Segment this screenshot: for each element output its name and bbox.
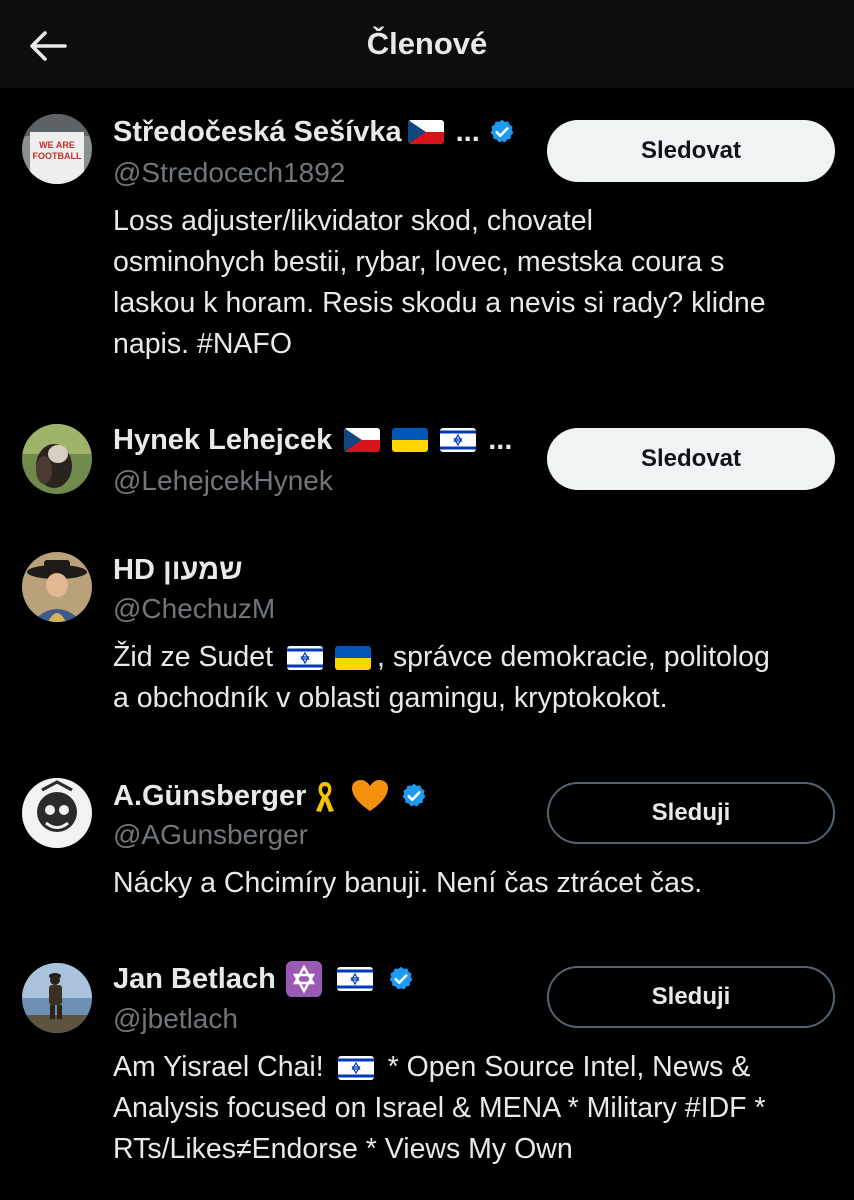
avatar[interactable] — [22, 424, 92, 494]
page-title: Členové — [366, 26, 488, 61]
member-name-row: HD שמעון — [113, 552, 243, 588]
member-bio: Žid ze Sudet, správce demokracie, polito… — [113, 637, 838, 719]
czech-flag-icon — [407, 120, 444, 144]
member-bio: Nácky a Chcimíry banuji. Není čas ztráce… — [113, 863, 838, 904]
bio-line: Loss adjuster/likvidator skod, chovatel — [113, 205, 593, 237]
following-button[interactable]: Sleduji — [547, 782, 835, 844]
member-handle[interactable]: @LehejcekHynek — [113, 464, 333, 498]
follow-button[interactable]: Sledovat — [547, 120, 835, 182]
member-bio: Loss adjuster/likvidator skod, chovatel … — [113, 201, 838, 365]
member-name: Jan Betlach — [113, 963, 276, 995]
name-truncation: ... — [455, 115, 480, 148]
verified-badge-icon — [402, 783, 426, 807]
member-name-row: Jan Betlach — [113, 961, 415, 997]
israel-flag-icon — [336, 967, 373, 991]
star-of-david-icon — [285, 961, 322, 997]
member-name-row: Hynek Lehejcek ... — [113, 422, 512, 458]
orange-heart-icon — [352, 780, 389, 811]
member-name: Hynek Lehejcek — [113, 424, 333, 456]
bio-line: Analysis focused on Israel & MENA * Mili… — [113, 1092, 766, 1124]
bio-line: Am Yisrael Chai! * Open Source Intel, Ne… — [113, 1051, 751, 1083]
svg-text:WE ARE: WE ARE — [39, 140, 75, 150]
avatar[interactable] — [22, 552, 92, 622]
bio-line: napis. #NAFO — [113, 328, 292, 360]
avatar[interactable] — [22, 963, 92, 1033]
israel-flag-icon — [287, 646, 324, 671]
bio-line: a obchodník v oblasti gamingu, kryptokok… — [113, 682, 668, 714]
top-bar: Členové — [0, 0, 854, 88]
bio-line: osminohych bestii, rybar, lovec, mestska… — [113, 246, 725, 278]
yellow-ribbon-icon — [316, 782, 335, 812]
verified-badge-icon — [389, 966, 413, 990]
bio-line: Žid ze Sudet, správce demokracie, polito… — [113, 641, 770, 673]
member-name: HD שמעון — [113, 554, 243, 586]
member-name-row: Středočeská Sešívka ... — [113, 114, 516, 150]
bio-line: Nácky a Chcimíry banuji. Není čas ztráce… — [113, 867, 703, 899]
following-button[interactable]: Sleduji — [547, 966, 835, 1028]
israel-flag-icon — [440, 428, 477, 452]
follow-button[interactable]: Sledovat — [547, 428, 835, 490]
member-name: Středočeská Sešívka — [113, 116, 402, 148]
member-bio: Am Yisrael Chai! * Open Source Intel, Ne… — [113, 1047, 838, 1170]
bio-line: laskou k horam. Resis skodu a nevis si r… — [113, 287, 766, 319]
ukraine-flag-icon — [335, 646, 372, 671]
israel-flag-icon — [337, 1056, 374, 1081]
member-handle[interactable]: @Stredocech1892 — [113, 156, 345, 190]
ukraine-flag-icon — [392, 428, 429, 452]
member-handle[interactable]: @jbetlach — [113, 1002, 238, 1036]
member-name: A.Günsberger — [113, 780, 307, 812]
svg-text:FOOTBALL: FOOTBALL — [33, 151, 82, 161]
member-handle[interactable]: @ChechuzM — [113, 592, 275, 626]
bio-line: RTs/Likes≠Endorse * Views My Own — [113, 1133, 573, 1165]
avatar[interactable] — [22, 778, 92, 848]
name-truncation: ... — [488, 423, 513, 456]
czech-flag-icon — [344, 428, 381, 452]
verified-badge-icon — [490, 119, 514, 143]
member-handle[interactable]: @AGunsberger — [113, 818, 308, 852]
member-name-row: A.Günsberger — [113, 778, 428, 814]
avatar[interactable]: WE ARE FOOTBALL — [22, 114, 92, 184]
